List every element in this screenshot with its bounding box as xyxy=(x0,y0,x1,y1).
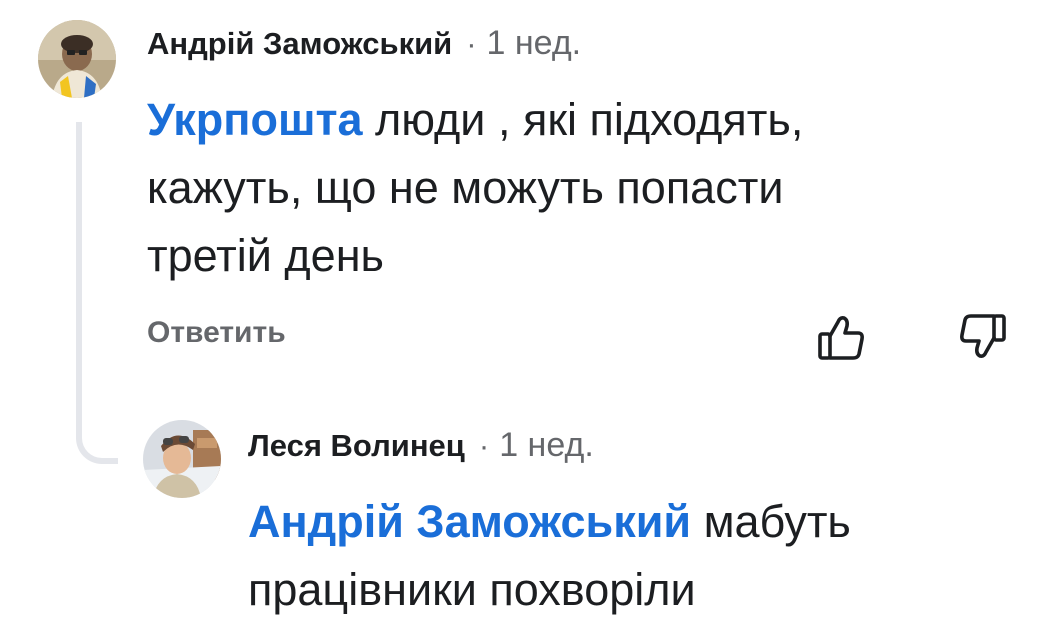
avatar[interactable] xyxy=(143,420,221,498)
separator-dot: · xyxy=(478,428,490,463)
mention-link[interactable]: Укрпошта xyxy=(147,94,363,145)
comment-line: Андрій Заможський мабуть xyxy=(248,488,851,556)
thumbs-down-icon xyxy=(960,314,1006,358)
author-name[interactable]: Андрій Заможський xyxy=(147,26,452,62)
comment-line: третій день xyxy=(147,230,384,281)
separator-dot: · xyxy=(466,26,477,61)
comment-text-segment: мабуть xyxy=(691,496,851,547)
comment-line: Укрпошта люди , які підходять, xyxy=(147,86,803,154)
reply-button[interactable]: Ответить xyxy=(147,316,286,350)
like-button[interactable] xyxy=(816,312,866,362)
thumbs-up-icon xyxy=(818,316,864,360)
comment-header: Андрій Заможський · 1 нед. xyxy=(147,24,581,63)
comment-line: кажуть, що не можуть попасти xyxy=(147,162,784,213)
comment-text: Андрій Заможський мабуть працівники похв… xyxy=(248,488,851,624)
comment-line: працівники похворіли xyxy=(248,564,696,615)
comment-thread: Андрій Заможський · 1 нед. Укрпошта люди… xyxy=(0,0,1063,642)
mention-link[interactable]: Андрій Заможський xyxy=(248,496,691,547)
author-name[interactable]: Леся Волинец xyxy=(248,428,465,464)
avatar-image xyxy=(143,420,221,498)
comment-text-segment: люди , які підходять, xyxy=(362,94,804,145)
dislike-button[interactable] xyxy=(958,312,1008,362)
avatar-image xyxy=(38,20,116,98)
timestamp[interactable]: 1 нед. xyxy=(499,426,594,465)
timestamp[interactable]: 1 нед. xyxy=(487,24,582,63)
thread-connector-line xyxy=(76,122,118,464)
comment-text: Укрпошта люди , які підходять, кажуть, щ… xyxy=(147,86,803,290)
comment-header: Леся Волинец · 1 нед. xyxy=(248,426,594,465)
avatar[interactable] xyxy=(38,20,116,98)
